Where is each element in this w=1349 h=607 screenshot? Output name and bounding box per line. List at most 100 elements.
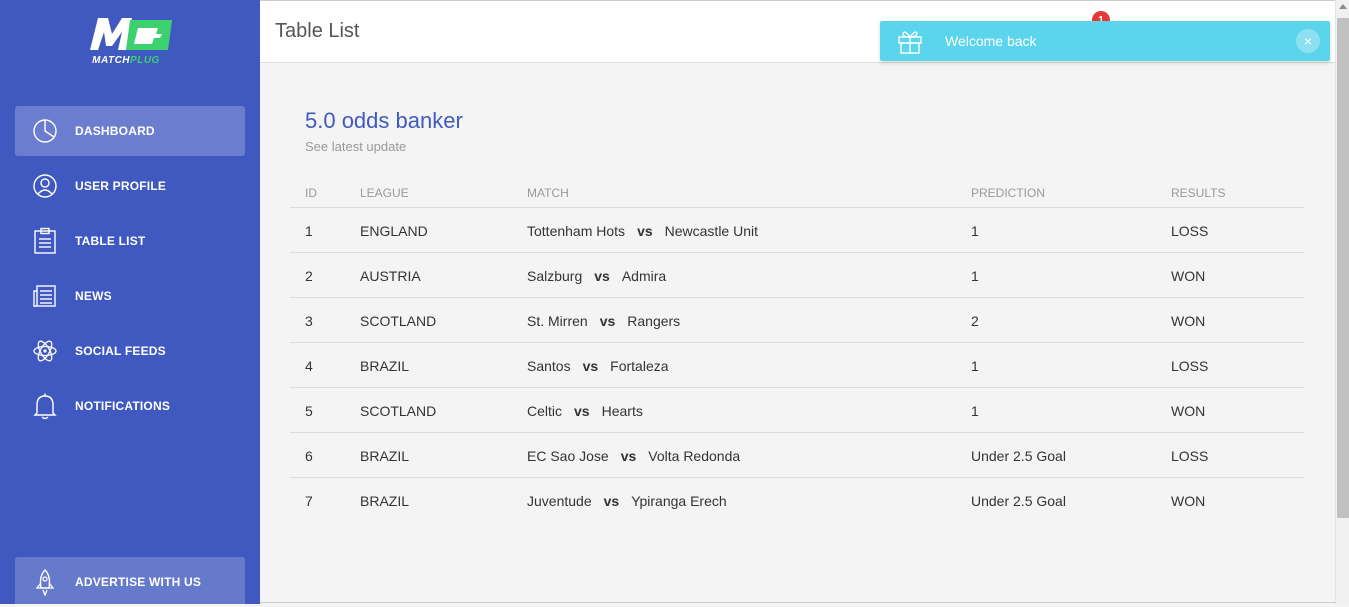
bell-icon xyxy=(30,391,60,421)
away-team: Newcastle Unit xyxy=(664,223,759,239)
column-header-prediction: PREDICTION xyxy=(971,186,1046,200)
table-row: 2 AUSTRIA Salzburg vs Admira 1 WON xyxy=(290,253,1304,298)
sidebar-item-user-profile[interactable]: USER PROFILE xyxy=(15,161,245,211)
bottom-divider xyxy=(260,602,1335,603)
vs-label: vs xyxy=(594,268,610,284)
cell-result: WON xyxy=(1171,313,1206,329)
home-team: EC Sao Jose xyxy=(527,448,609,464)
table-row: 6 BRAZIL EC Sao Jose vs Volta Redonda Unde… xyxy=(290,433,1304,478)
vertical-scrollbar[interactable] xyxy=(1335,0,1349,604)
cell-result: WON xyxy=(1171,493,1206,509)
cell-prediction: 1 xyxy=(971,403,979,419)
cell-match: Celtic vs Hearts xyxy=(527,403,643,419)
sidebar-item-label: DASHBOARD xyxy=(75,124,155,138)
page-title: Table List xyxy=(275,20,360,42)
cell-match: EC Sao Jose vs Volta Redonda xyxy=(527,448,740,464)
vs-label: vs xyxy=(620,448,637,464)
column-header-id: ID xyxy=(305,186,317,200)
cell-league: BRAZIL xyxy=(360,358,410,374)
logo-text-plug: PLUG xyxy=(130,55,160,66)
sidebar-item-dashboard[interactable]: DASHBOARD xyxy=(15,106,245,156)
cell-result: LOSS xyxy=(1171,223,1209,239)
vs-label: vs xyxy=(574,403,590,419)
cell-id: 2 xyxy=(305,268,313,284)
cell-league: ENGLAND xyxy=(360,223,428,239)
home-team: Juventude xyxy=(527,493,592,509)
cell-league: BRAZIL xyxy=(360,448,410,464)
cell-prediction: 1 xyxy=(971,358,979,374)
vs-label: vs xyxy=(637,223,653,239)
newspaper-icon xyxy=(30,281,60,311)
cell-result: LOSS xyxy=(1171,358,1209,374)
user-icon xyxy=(30,171,60,201)
cell-match: Tottenham Hots vs Newcastle Unit xyxy=(527,223,758,239)
away-team: Rangers xyxy=(627,313,681,329)
cell-league: SCOTLAND xyxy=(360,403,437,419)
table-row: 7 BRAZIL Juventude vs Ypiranga Erech Under… xyxy=(290,478,1304,522)
away-team: Admira xyxy=(621,268,667,284)
away-team: Hearts xyxy=(601,403,643,419)
table-row: 3 SCOTLAND St. Mirren vs Rangers 2 WON xyxy=(290,298,1304,343)
column-header-results: RESULTS xyxy=(1171,186,1226,200)
table-row: 1 ENGLAND Tottenham Hots vs Newcastle Unit… xyxy=(290,208,1304,253)
advertise-label: ADVERTISE WITH US xyxy=(75,575,202,589)
vs-label: vs xyxy=(582,358,599,374)
cell-match: Santos vs Fortaleza xyxy=(527,358,669,374)
logo-wordmark: MATCHPLUG xyxy=(84,55,168,66)
cell-league: AUSTRIA xyxy=(360,268,421,284)
cell-id: 6 xyxy=(305,448,313,464)
cell-id: 1 xyxy=(305,223,313,239)
column-header-match: MATCH xyxy=(527,186,569,200)
cell-result: LOSS xyxy=(1171,448,1209,464)
toast-close-button[interactable]: × xyxy=(1296,29,1320,53)
away-team: Fortaleza xyxy=(610,358,669,374)
scroll-thumb[interactable] xyxy=(1337,18,1349,518)
cell-id: 3 xyxy=(305,313,313,329)
table-header: ID LEAGUE MATCH PREDICTION RESULTS xyxy=(290,178,1304,208)
sidebar-item-table-list[interactable]: TABLE LIST xyxy=(15,216,245,266)
cell-prediction: 1 xyxy=(971,268,979,284)
table-row: 5 SCOTLAND Celtic vs Hearts 1 WON xyxy=(290,388,1304,433)
cell-league: SCOTLAND xyxy=(360,313,437,329)
cell-prediction: Under 2.5 Goal xyxy=(971,493,1066,509)
sidebar-item-notifications[interactable]: NOTIFICATIONS xyxy=(15,381,245,431)
gift-icon xyxy=(896,27,924,55)
cell-prediction: Under 2.5 Goal xyxy=(971,448,1066,464)
sidebar-item-label: SOCIAL FEEDS xyxy=(75,344,166,358)
vs-label: vs xyxy=(603,493,620,509)
card-subtitle: See latest update xyxy=(305,139,407,154)
advertise-button[interactable]: ADVERTISE WITH US xyxy=(15,557,245,607)
sidebar-item-label: NEWS xyxy=(75,289,112,303)
scroll-up-arrow-icon[interactable] xyxy=(1339,4,1347,9)
sidebar-item-social-feeds[interactable]: SOCIAL FEEDS xyxy=(15,326,245,376)
cell-match: St. Mirren vs Rangers xyxy=(527,313,680,329)
home-team: St. Mirren xyxy=(527,313,588,329)
cell-result: WON xyxy=(1171,268,1206,284)
cell-id: 7 xyxy=(305,493,313,509)
cell-league: BRAZIL xyxy=(360,493,410,509)
sidebar: MATCHPLUG DASHBOARD USER PROFILE TABLE L… xyxy=(0,0,260,607)
cell-id: 4 xyxy=(305,358,313,374)
cell-prediction: 1 xyxy=(971,223,979,239)
sidebar-item-label: TABLE LIST xyxy=(75,234,146,248)
pie-chart-icon xyxy=(30,116,60,146)
clipboard-icon xyxy=(30,226,60,256)
cell-result: WON xyxy=(1171,403,1206,419)
rocket-icon xyxy=(30,567,60,597)
cell-match: Juventude vs Ypiranga Erech xyxy=(527,493,727,509)
cell-id: 5 xyxy=(305,403,313,419)
vs-label: vs xyxy=(599,313,616,329)
cell-prediction: 2 xyxy=(971,313,979,329)
odds-table: ID LEAGUE MATCH PREDICTION RESULTS 1 ENG… xyxy=(290,178,1304,522)
home-team: Salzburg xyxy=(527,268,583,284)
sidebar-item-label: USER PROFILE xyxy=(75,179,167,193)
away-team: Ypiranga Erech xyxy=(631,493,727,509)
away-team: Volta Redonda xyxy=(648,448,741,464)
card-title: 5.0 odds banker xyxy=(305,108,463,133)
cell-match: Salzburg vs Admira xyxy=(527,268,666,284)
welcome-toast: Welcome back × xyxy=(880,21,1330,61)
column-header-league: LEAGUE xyxy=(360,186,409,200)
home-team: Celtic xyxy=(527,403,563,419)
toast-message: Welcome back xyxy=(945,33,1037,49)
sidebar-item-news[interactable]: NEWS xyxy=(15,271,245,321)
